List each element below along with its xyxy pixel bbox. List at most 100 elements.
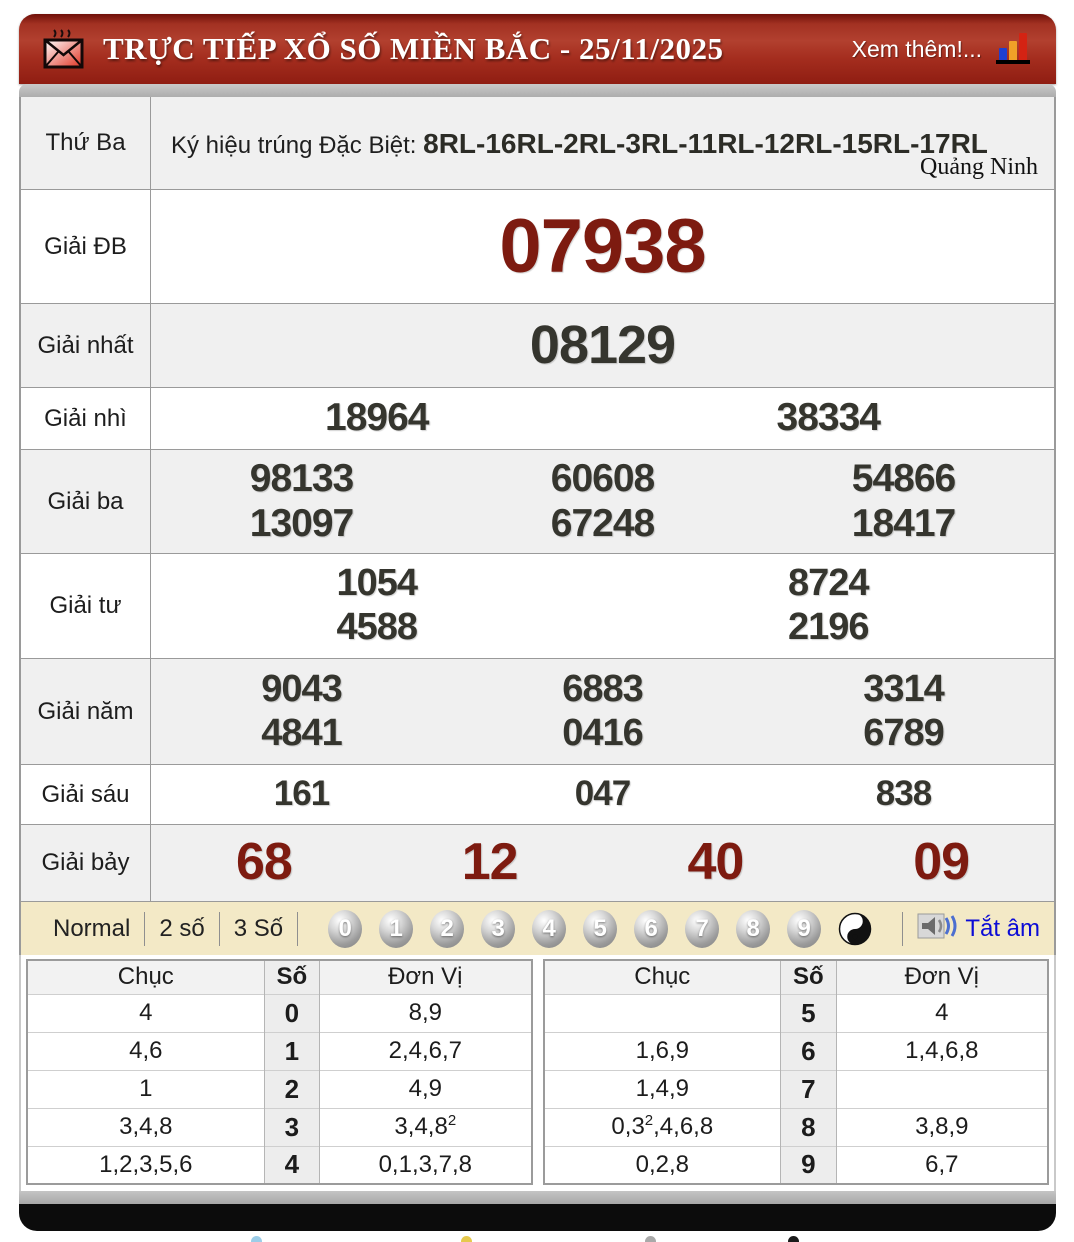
digit-ball-0[interactable]: 0 <box>328 909 363 948</box>
loto-row: 4,6 1 2,4,6,7 <box>27 1031 532 1070</box>
prize-number: 161 <box>273 774 330 814</box>
mute-control[interactable]: Tắt âm <box>903 911 1040 946</box>
digit-ball-9[interactable]: 9 <box>787 909 822 948</box>
prize-number: 98133 <box>249 456 354 500</box>
prize-number: 9043 <box>261 667 343 710</box>
col-header-chuc: Chục <box>543 960 781 994</box>
prize-row-first: Giải nhất 08129 <box>21 303 1054 387</box>
prize-number: 3314 <box>863 667 945 710</box>
loto-row: 5 4 <box>543 993 1048 1032</box>
prize-number: 4841 <box>261 711 343 754</box>
loto-row: 4 0 8,9 <box>27 993 532 1032</box>
digit-ball-8[interactable]: 8 <box>736 909 771 948</box>
col-header-so: Số <box>263 960 320 994</box>
partial-icon-yellow <box>461 1236 472 1242</box>
bar-chart-icon[interactable] <box>996 33 1030 64</box>
divider-strip-top <box>19 84 1056 97</box>
loto-table-right: Chục Số Đơn Vị 5 4 1,6,9 6 1,4,6,8 1,4,9… <box>542 959 1049 1185</box>
loto-table-left: Chục Số Đơn Vị 4 0 8,9 4,6 1 2,4,6,7 1 2… <box>26 959 533 1185</box>
partial-icon-gray <box>645 1236 656 1242</box>
prize-number: 047 <box>574 774 631 814</box>
loto-row: 1 2 4,9 <box>27 1069 532 1108</box>
prize-number: 8724 <box>787 562 870 605</box>
prize-row-seventh: Giải bảy 68 12 40 09 <box>21 824 1054 901</box>
loto-row: 0,32,4,6,8 8 3,8,9 <box>543 1107 1048 1146</box>
col-header-so: Số <box>780 960 837 994</box>
prize-label: Giải tư <box>21 554 151 658</box>
loto-row: 1,4,9 7 <box>543 1069 1048 1108</box>
digit-ball-2[interactable]: 2 <box>430 909 465 948</box>
digit-ball-5[interactable]: 5 <box>583 909 618 948</box>
prize-number: 4588 <box>336 606 418 648</box>
prize-label: Giải sáu <box>21 765 151 824</box>
special-sign-text: Ký hiệu trúng Đặc Biệt: 8RL-16RL-2RL-3RL… <box>171 122 1040 165</box>
prize-number: 40 <box>687 833 744 892</box>
col-header-donvi: Đơn Vị <box>319 960 532 994</box>
page-title: TRỰC TIẾP XỔ SỐ MIỀN BẮC - 25/11/2025 <box>103 31 724 66</box>
prize-number: 54866 <box>851 456 956 500</box>
mode-3-digits[interactable]: 3 Số <box>220 915 297 943</box>
prize-number: 68 <box>235 833 293 892</box>
prize-number: 12 <box>461 833 519 892</box>
digit-ball-1[interactable]: 1 <box>379 909 414 948</box>
prize-number: 18964 <box>325 396 429 440</box>
mute-label: Tắt âm <box>965 914 1040 942</box>
title-bar: TRỰC TIẾP XỔ SỐ MIỀN BẮC - 25/11/2025 Xe… <box>19 14 1056 84</box>
prize-number: 838 <box>875 774 932 814</box>
prize-number: 2196 <box>787 606 870 648</box>
control-bar: Normal 2 số 3 Số 0 1 2 3 4 5 6 7 8 9 Tắt… <box>19 901 1056 955</box>
digit-ball-6[interactable]: 6 <box>634 909 669 948</box>
mode-2-digits[interactable]: 2 số <box>145 915 218 943</box>
prize-number: 08129 <box>529 315 676 376</box>
see-more-link[interactable]: Xem thêm!... <box>852 36 982 63</box>
loto-row: 0,2,8 9 6,7 <box>543 1145 1048 1184</box>
prize-row-fifth: Giải năm 9043 6883 3314 4841 0416 6789 <box>21 658 1054 764</box>
province-label: Quảng Ninh <box>920 154 1038 180</box>
col-header-chuc: Chục <box>27 960 265 994</box>
loto-header-row: Chục Số Đơn Vị <box>27 960 532 994</box>
partial-icon-blue <box>251 1236 262 1242</box>
prize-number: 09 <box>913 833 970 892</box>
prize-number: 38334 <box>776 396 881 440</box>
prize-label: Giải bảy <box>21 825 151 901</box>
loto-summary: Chục Số Đơn Vị 4 0 8,9 4,6 1 2,4,6,7 1 2… <box>19 955 1056 1191</box>
prize-label: Giải ba <box>21 450 151 553</box>
prize-number: 60608 <box>550 456 655 500</box>
prize-row-special: Giải ĐB 07938 <box>21 189 1054 303</box>
special-sign-value: 8RL-16RL-2RL-3RL-11RL-12RL-15RL-17RL <box>423 128 988 160</box>
page: TRỰC TIẾP XỔ SỐ MIỀN BẮC - 25/11/2025 Xe… <box>0 0 1074 1242</box>
prize-row-third: Giải ba 98133 60608 54866 13097 67248 18… <box>21 449 1054 553</box>
special-sign-label: Ký hiệu trúng Đặc Biệt: <box>171 132 424 160</box>
prize-number: 13097 <box>249 501 354 545</box>
divider-strip-bottom <box>19 1191 1056 1204</box>
digit-ball-7[interactable]: 7 <box>685 909 720 948</box>
digit-ball-4[interactable]: 4 <box>532 909 567 948</box>
prize-label: Giải ĐB <box>21 190 151 303</box>
yin-yang-icon[interactable] <box>838 910 872 948</box>
prize-row-sixth: Giải sáu 161 047 838 <box>21 764 1054 824</box>
loto-row: 1,2,3,5,6 4 0,1,3,7,8 <box>27 1145 532 1184</box>
cutoff-footer-icons <box>0 1236 1074 1242</box>
prize-label: Giải nhì <box>21 388 151 449</box>
speaker-icon <box>917 911 957 946</box>
loto-row: 3,4,8 3 3,4,82 <box>27 1107 532 1146</box>
info-row: Thứ Ba Ký hiệu trúng Đặc Biệt: 8RL-16RL-… <box>21 97 1054 189</box>
loto-row: 1,6,9 6 1,4,6,8 <box>543 1031 1048 1070</box>
prize-number: 1054 <box>336 562 418 605</box>
digit-balls: 0 1 2 3 4 5 6 7 8 9 <box>298 909 902 948</box>
weekday-label: Thứ Ba <box>21 97 151 189</box>
mail-icon <box>41 24 87 75</box>
prize-number: 18417 <box>851 501 956 545</box>
digit-ball-3[interactable]: 3 <box>481 909 516 948</box>
prize-number: 6789 <box>863 711 945 754</box>
lottery-widget: TRỰC TIẾP XỔ SỐ MIỀN BẮC - 25/11/2025 Xe… <box>19 14 1056 1231</box>
partial-icon-black <box>788 1236 799 1242</box>
prize-number: 0416 <box>562 711 644 754</box>
prize-number: 07938 <box>499 203 706 289</box>
prize-number: 6883 <box>562 667 644 710</box>
col-header-donvi: Đơn Vị <box>835 960 1048 994</box>
loto-header-row: Chục Số Đơn Vị <box>543 960 1048 994</box>
mode-normal[interactable]: Normal <box>39 915 144 943</box>
results-table: Thứ Ba Ký hiệu trúng Đặc Biệt: 8RL-16RL-… <box>19 97 1056 901</box>
prize-label: Giải năm <box>21 659 151 764</box>
